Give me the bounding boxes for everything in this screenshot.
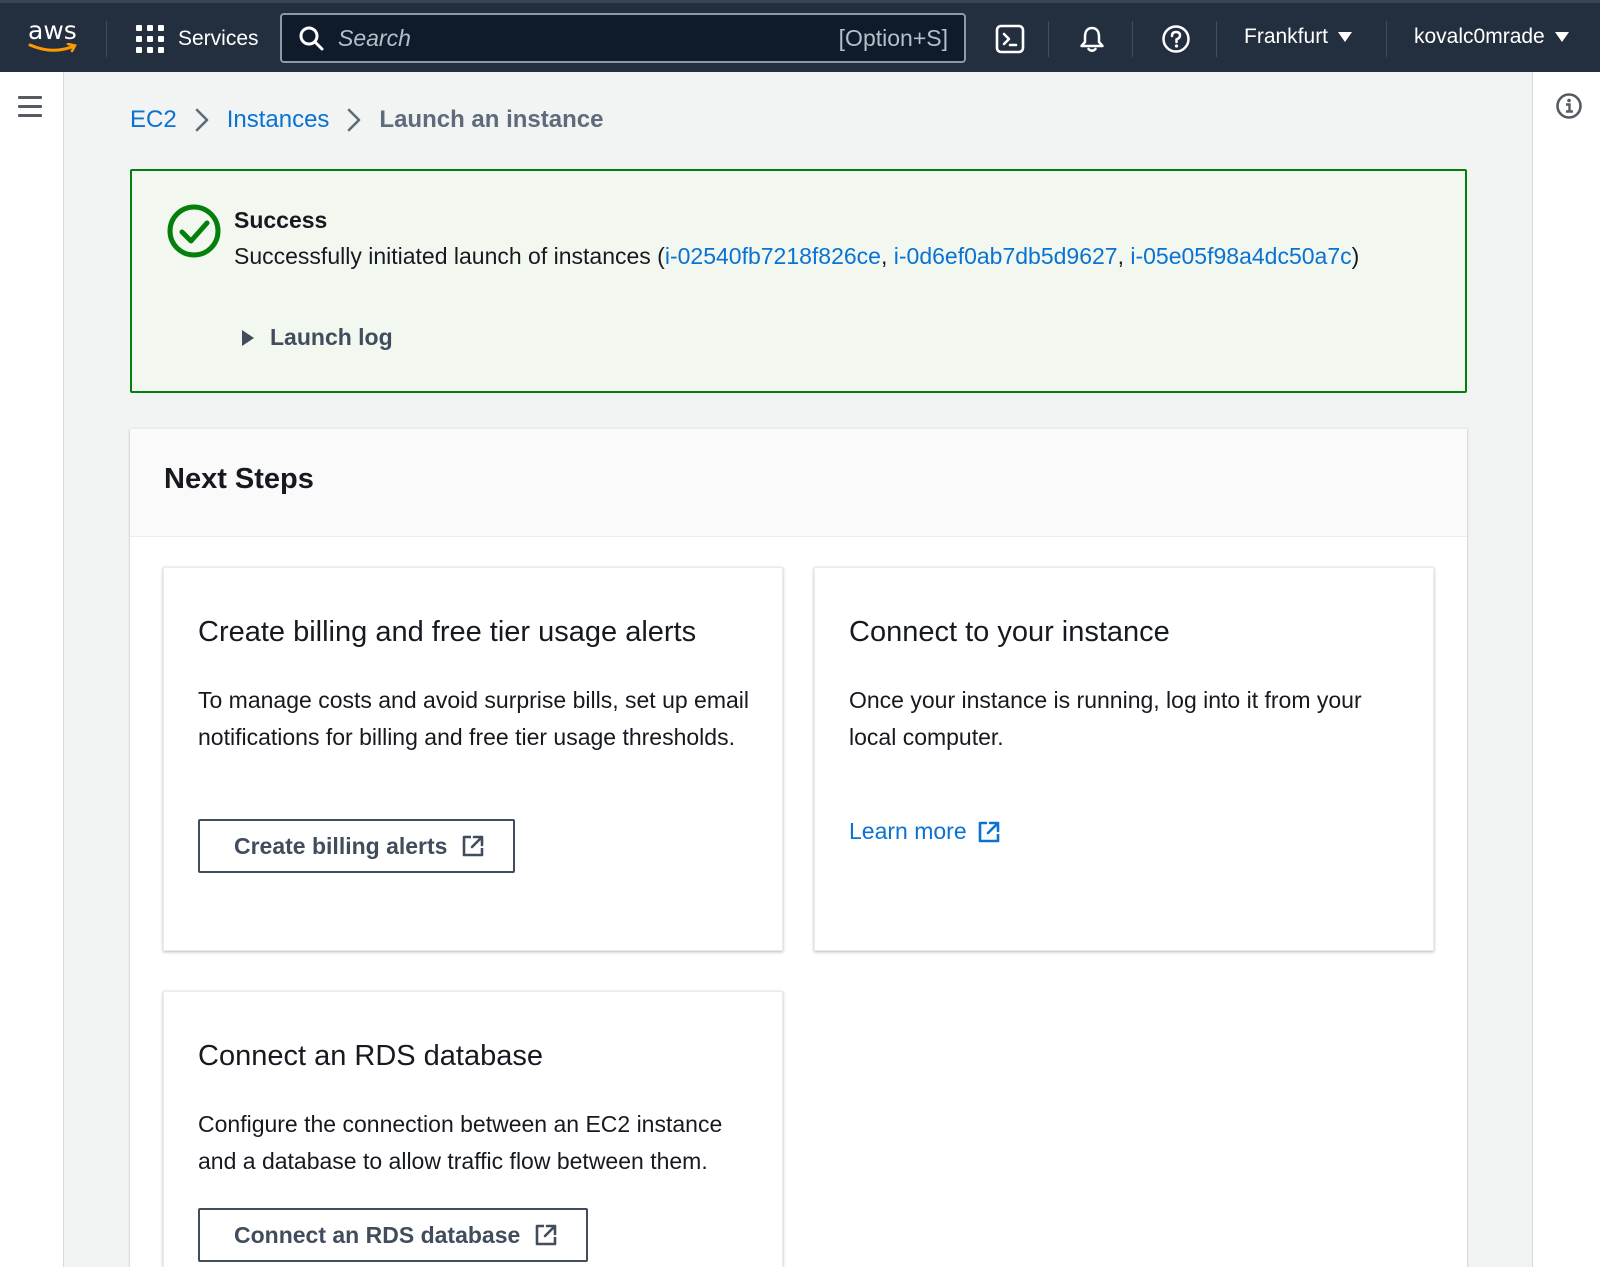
breadcrumb-current: Launch an instance xyxy=(379,106,604,133)
menu-icon[interactable] xyxy=(18,96,42,123)
button-label: Create billing alerts xyxy=(234,832,448,859)
instance-id-link[interactable]: i-05e05f98a4dc50a7c xyxy=(1130,243,1351,269)
next-steps-container: Next Steps Create billing and free tier … xyxy=(130,428,1467,1267)
next-steps-title: Next Steps xyxy=(164,463,314,495)
external-link-icon xyxy=(463,835,484,857)
breadcrumb-instances[interactable]: Instances xyxy=(227,106,330,134)
info-icon xyxy=(1556,93,1582,119)
search-bar[interactable]: [Option+S] xyxy=(280,13,966,63)
info-panel-button[interactable] xyxy=(1555,92,1583,125)
cloudshell-icon xyxy=(995,24,1025,54)
connect-rds-card: Connect an RDS database Configure the co… xyxy=(163,991,783,1267)
nav-divider xyxy=(1132,21,1133,57)
aws-smile-icon xyxy=(28,43,77,53)
caret-down-icon xyxy=(1338,32,1353,42)
services-grid-icon xyxy=(136,25,164,53)
nav-divider xyxy=(1048,21,1049,57)
button-label: Connect an RDS database xyxy=(234,1221,521,1248)
search-input[interactable] xyxy=(338,24,839,52)
external-link-icon xyxy=(978,821,999,842)
billing-alerts-card: Create billing and free tier usage alert… xyxy=(163,567,783,951)
card-description: Configure the connection between an EC2 … xyxy=(198,1111,723,1174)
connect-instance-card: Connect to your instance Once your insta… xyxy=(814,567,1434,951)
flash-message-prefix: Successfully initiated launch of instanc… xyxy=(234,243,665,269)
flash-message: Successfully initiated launch of instanc… xyxy=(234,243,1359,270)
cloudshell-button[interactable] xyxy=(992,21,1028,57)
card-title: Connect to your instance xyxy=(849,616,1170,648)
aws-logo-text: aws xyxy=(28,16,77,45)
create-billing-alerts-button[interactable]: Create billing alerts xyxy=(198,819,516,873)
flash-title: Success xyxy=(234,207,328,233)
account-menu[interactable]: kovalc0mrade xyxy=(1414,25,1569,49)
caret-right-icon xyxy=(242,329,254,346)
flash-separator: , xyxy=(880,243,894,269)
nav-divider xyxy=(1216,21,1217,57)
flash-separator: , xyxy=(1117,243,1131,269)
region-selector[interactable]: Frankfurt xyxy=(1244,25,1353,49)
card-title: Create billing and free tier usage alert… xyxy=(198,616,697,648)
card-description: Once your instance is running, log into … xyxy=(849,687,1362,750)
right-side-rail xyxy=(1532,72,1600,1267)
link-label: Learn more xyxy=(849,818,967,844)
nav-divider xyxy=(1386,21,1387,57)
external-link-icon xyxy=(535,1224,557,1246)
breadcrumb: EC2 Instances Launch an instance xyxy=(130,106,603,134)
search-shortcut-hint: [Option+S] xyxy=(838,24,948,51)
instance-id-link[interactable]: i-02540fb7218f826ce xyxy=(665,243,881,269)
nav-divider xyxy=(106,21,107,57)
search-icon xyxy=(299,26,324,51)
services-label: Services xyxy=(178,27,259,50)
launch-log-expander[interactable]: Launch log xyxy=(242,324,393,351)
success-flashbar: Success Successfully initiated launch of… xyxy=(130,169,1467,393)
region-label: Frankfurt xyxy=(1244,25,1329,48)
card-description: To manage costs and avoid surprise bills… xyxy=(198,687,750,750)
instance-id-link[interactable]: i-0d6ef0ab7db5d9627 xyxy=(894,243,1118,269)
left-side-rail xyxy=(0,72,64,1267)
aws-logo[interactable]: aws xyxy=(26,17,80,57)
breadcrumb-ec2[interactable]: EC2 xyxy=(130,106,177,134)
card-title: Connect an RDS database xyxy=(198,1040,543,1072)
launch-log-label: Launch log xyxy=(270,324,393,350)
top-navigation: aws Services [Option+S] xyxy=(0,0,1600,72)
help-button[interactable] xyxy=(1158,21,1194,57)
flash-message-suffix: ) xyxy=(1351,243,1360,269)
account-name: kovalc0mrade xyxy=(1414,25,1545,48)
connect-rds-database-button[interactable]: Connect an RDS database xyxy=(198,1208,589,1262)
check-circle-icon xyxy=(167,204,221,258)
next-steps-header: Next Steps xyxy=(130,429,1467,537)
learn-more-link[interactable]: Learn more xyxy=(849,818,1001,845)
help-icon xyxy=(1162,25,1190,53)
notifications-button[interactable] xyxy=(1074,21,1110,57)
caret-down-icon xyxy=(1554,32,1569,42)
bell-icon xyxy=(1080,26,1104,52)
chevron-right-icon xyxy=(195,108,209,132)
chevron-right-icon xyxy=(347,108,361,132)
services-button[interactable]: Services xyxy=(136,23,259,55)
